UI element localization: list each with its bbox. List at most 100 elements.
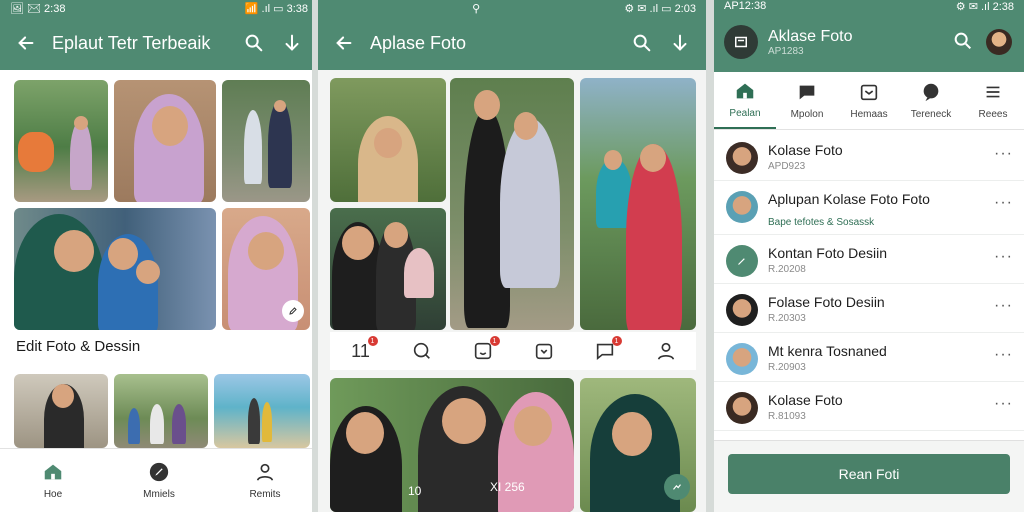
more-options-icon[interactable]: ··· xyxy=(994,396,1012,412)
counter-button[interactable]: 11 1 xyxy=(348,336,378,364)
item-subtitle: R.20303 xyxy=(768,313,806,324)
status-center: ⚲ xyxy=(472,2,481,15)
search-icon[interactable] xyxy=(952,30,976,54)
search-icon[interactable] xyxy=(630,31,654,55)
edit-badge-icon[interactable] xyxy=(282,300,304,322)
more-options-icon[interactable]: ··· xyxy=(994,298,1012,314)
back-arrow-icon[interactable] xyxy=(332,31,356,55)
app-logo xyxy=(724,25,758,59)
photo-tile[interactable] xyxy=(580,378,696,512)
item-title: Kolase Foto xyxy=(768,142,843,158)
frame-button[interactable] xyxy=(531,338,557,364)
tab-inbox[interactable]: Hemaas xyxy=(838,72,900,129)
list-item[interactable]: Mt kenra Tosnaned R.20903 ··· xyxy=(714,333,1024,382)
avatar xyxy=(726,392,758,424)
download-icon[interactable] xyxy=(280,31,304,55)
photo-tile[interactable] xyxy=(114,80,216,202)
avatar xyxy=(726,191,758,223)
search-icon xyxy=(413,342,430,359)
frame-icon xyxy=(535,343,552,360)
notification-badge: 1 xyxy=(489,336,500,346)
avatar xyxy=(726,245,758,277)
chat-bubble-icon xyxy=(799,85,815,100)
item-subtitle: R.81093 xyxy=(768,411,806,422)
tab-messages[interactable]: Mpolon xyxy=(776,72,838,129)
nav-item-profile[interactable]: Remits xyxy=(212,449,318,512)
list-item[interactable]: Kolase Foto APD923 ··· xyxy=(714,132,1024,181)
photo-caption: XI 256 xyxy=(490,480,525,494)
photo-tile[interactable] xyxy=(114,374,208,448)
page-subtitle: AP1283 xyxy=(768,45,804,57)
notification-badge: 1 xyxy=(611,336,622,346)
tab-comments[interactable]: Tereneck xyxy=(900,72,962,129)
nav-label: Hoe xyxy=(43,489,63,500)
status-left: AP12:38 xyxy=(724,0,767,12)
tab-label: Hemaas xyxy=(850,109,888,120)
home-icon xyxy=(736,83,754,99)
more-options-icon[interactable]: ··· xyxy=(994,347,1012,363)
avatar xyxy=(726,343,758,375)
item-title: Kontan Foto Desiin xyxy=(768,245,888,261)
photo-tile[interactable] xyxy=(214,374,310,448)
primary-action-button[interactable]: Rean Foti xyxy=(728,454,1010,494)
screen-collage: ⚲ ⚙ ✉ .ıl ▭ 2:03 Aplase Foto 11 1 1 1 10… xyxy=(318,0,706,512)
section-label: Edit Foto & Dessin xyxy=(16,338,141,355)
photo-tile[interactable] xyxy=(222,208,310,330)
screen-photo-gallery: 🖼 ✉ 2:38 📶 .ıl ▭ 3:38 Eplaut Tetr Terbea… xyxy=(0,0,318,512)
item-subtitle: Bape tefotes & Sosassk xyxy=(768,217,875,228)
more-options-icon[interactable]: ··· xyxy=(994,195,1012,211)
download-icon[interactable] xyxy=(668,31,692,55)
counter-label: 11 xyxy=(351,340,370,361)
photo-tile[interactable]: 10 XI 256 xyxy=(330,378,574,512)
photo-tile[interactable] xyxy=(14,208,216,330)
search-button[interactable] xyxy=(409,338,435,364)
tab-bar: Pealan Mpolon Hemaas Tereneck Reees xyxy=(714,72,1024,130)
item-title: Aplupan Kolase Foto Foto xyxy=(768,191,930,207)
item-title: Kolase Foto xyxy=(768,392,843,408)
list-item[interactable]: Folase Foto Desiin R.20303 ··· xyxy=(714,284,1024,333)
photo-tile[interactable] xyxy=(14,80,108,202)
share-icon[interactable] xyxy=(664,474,690,500)
tab-home[interactable]: Pealan xyxy=(714,72,776,129)
avatar xyxy=(726,142,758,174)
photo-tile[interactable] xyxy=(450,78,574,330)
chat-button[interactable]: 1 xyxy=(592,336,622,364)
tab-label: Tereneck xyxy=(910,109,952,120)
action-toolbar: 11 1 1 1 xyxy=(330,332,696,370)
photo-caption: 10 xyxy=(408,484,422,498)
photo-tile[interactable] xyxy=(14,374,108,448)
photo-tile[interactable] xyxy=(580,78,696,330)
notification-badge: 1 xyxy=(367,336,378,346)
back-arrow-icon[interactable] xyxy=(14,31,38,55)
item-subtitle: R.20903 xyxy=(768,362,806,373)
list-item[interactable]: Kontan Foto Desiin R.20208 ··· xyxy=(714,235,1024,284)
photo-tile[interactable] xyxy=(222,80,310,202)
nav-label: Remits xyxy=(249,489,281,500)
edit-icon xyxy=(149,462,169,482)
more-options-icon[interactable]: ··· xyxy=(994,146,1012,162)
page-title: Aklase Foto xyxy=(768,27,853,45)
profile-button[interactable] xyxy=(653,338,679,364)
home-icon xyxy=(44,464,62,480)
screen-divider xyxy=(706,0,714,512)
more-options-icon[interactable]: ··· xyxy=(994,249,1012,265)
list-item[interactable]: Kolase Foto R.81093 ··· xyxy=(714,382,1024,431)
inbox-icon xyxy=(860,84,878,101)
nav-item-edit[interactable]: Mmiels xyxy=(106,449,212,512)
photo-tile[interactable] xyxy=(330,78,446,202)
album-list: Kolase Foto APD923 ··· Aplupan Kolase Fot… xyxy=(714,130,1024,431)
page-title: Aplase Foto xyxy=(370,32,467,53)
search-icon[interactable] xyxy=(242,31,266,55)
tab-menu[interactable]: Reees xyxy=(962,72,1024,129)
page-title: Eplaut Tetr Terbeaik xyxy=(52,32,211,53)
avatar[interactable] xyxy=(986,29,1012,55)
header: ⚲ ⚙ ✉ .ıl ▭ 2:03 Aplase Foto xyxy=(318,0,706,70)
pencil-icon xyxy=(738,258,745,265)
sticker-button[interactable]: 1 xyxy=(470,336,500,364)
list-item[interactable]: Aplupan Kolase Foto Foto Bape tefotes & S… xyxy=(714,181,1024,235)
profile-icon xyxy=(256,463,274,481)
item-subtitle: APD923 xyxy=(768,161,806,172)
item-title: Mt kenra Tosnaned xyxy=(768,343,887,359)
nav-item-home[interactable]: Hoe xyxy=(0,449,106,512)
photo-tile[interactable] xyxy=(330,208,446,330)
